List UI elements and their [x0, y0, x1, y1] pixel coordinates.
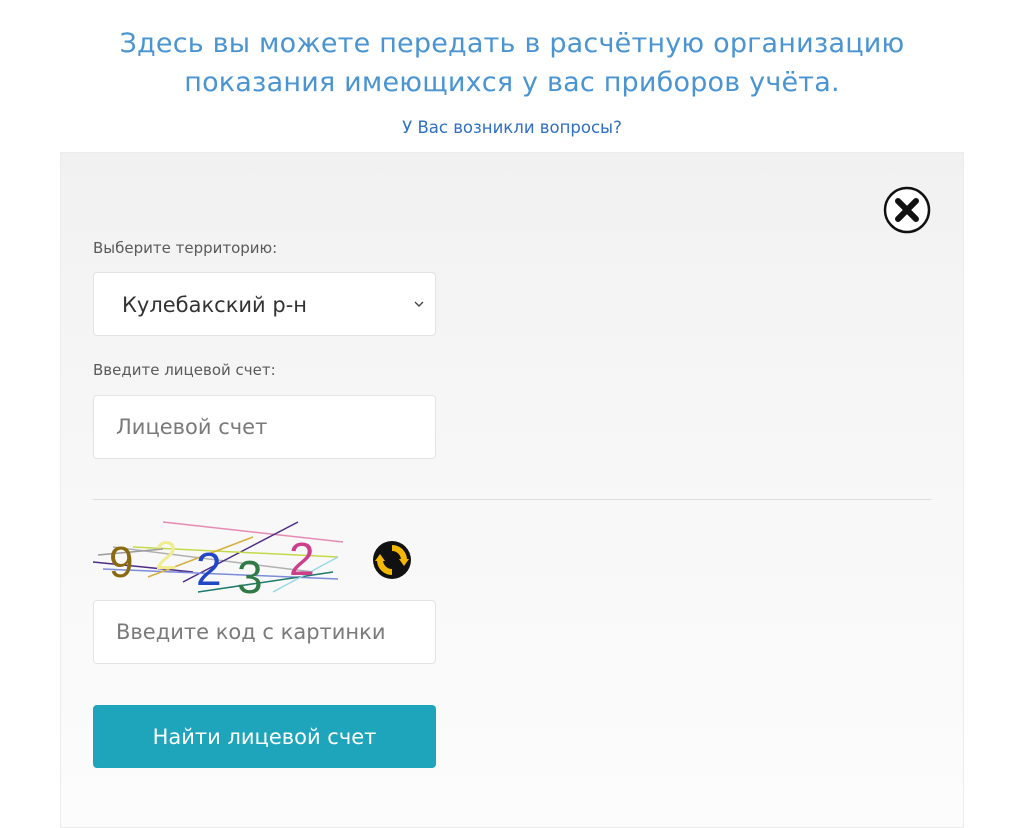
- meter-form-panel: Выберите территорию: Кулебакский р-н Вве…: [60, 152, 964, 828]
- captcha-digit-5: 2: [289, 533, 315, 585]
- find-account-button[interactable]: Найти лицевой счет: [93, 705, 436, 768]
- form-divider: [93, 499, 931, 500]
- captcha-image: 9 2 2 3 2: [93, 521, 343, 597]
- captcha-digit-3: 2: [196, 543, 222, 595]
- headline-line-2: показания имеющихся у вас приборов учёта…: [184, 67, 840, 98]
- close-button[interactable]: [883, 186, 931, 234]
- territory-select-value: Кулебакский р-н: [122, 293, 308, 317]
- questions-link[interactable]: У Вас возникли вопросы?: [0, 118, 1024, 137]
- territory-label: Выберите территорию:: [93, 239, 278, 257]
- close-icon: [883, 186, 931, 234]
- captcha-refresh-button[interactable]: [371, 539, 413, 581]
- captcha-input[interactable]: [93, 600, 436, 664]
- account-input[interactable]: [93, 395, 436, 459]
- refresh-icon: [373, 541, 411, 579]
- captcha-digit-4: 3: [237, 551, 263, 597]
- captcha-digit-1: 9: [109, 538, 133, 587]
- chevron-down-icon: [414, 301, 424, 307]
- page-headline: Здесь вы можете передать в расчётную орг…: [0, 24, 1024, 102]
- captcha-digit-2: 2: [155, 534, 177, 578]
- headline-line-1: Здесь вы можете передать в расчётную орг…: [119, 28, 905, 59]
- page: Здесь вы можете передать в расчётную орг…: [0, 0, 1024, 828]
- account-label: Введите лицевой счет:: [93, 361, 276, 379]
- territory-select[interactable]: Кулебакский р-н: [93, 272, 436, 336]
